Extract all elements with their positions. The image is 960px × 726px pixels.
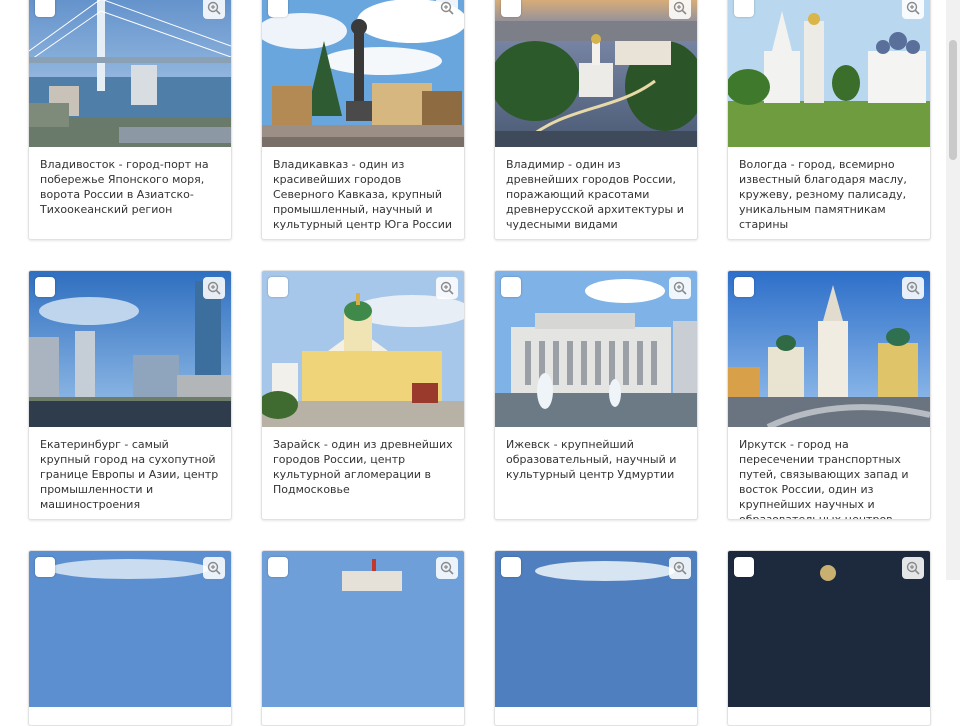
photo-card[interactable]: Владимир - один из древнейших городов Ро… bbox=[494, 0, 698, 240]
photo-thumbnail[interactable] bbox=[29, 0, 231, 147]
zoom-in-icon bbox=[906, 561, 920, 575]
city-photo bbox=[728, 551, 930, 707]
city-photo bbox=[29, 551, 231, 707]
photo-thumbnail[interactable] bbox=[29, 551, 231, 707]
city-photo bbox=[262, 551, 464, 707]
yekaterinburg-photo bbox=[29, 271, 231, 427]
zoom-in-icon bbox=[673, 1, 687, 15]
photo-thumbnail[interactable] bbox=[262, 271, 464, 427]
select-checkbox[interactable] bbox=[501, 0, 521, 17]
zoom-in-icon bbox=[440, 561, 454, 575]
photo-card[interactable]: Екатеринбург - самый крупный город на су… bbox=[28, 270, 232, 520]
select-checkbox[interactable] bbox=[35, 0, 55, 17]
select-checkbox[interactable] bbox=[501, 277, 521, 297]
vladikavkaz-photo bbox=[262, 0, 464, 147]
zoom-in-icon bbox=[906, 281, 920, 295]
photo-caption: Екатеринбург - самый крупный город на су… bbox=[40, 438, 219, 511]
vladivostok-photo bbox=[29, 0, 231, 147]
select-checkbox[interactable] bbox=[734, 0, 754, 17]
photo-caption: Иркутск - город на пересечении транспорт… bbox=[739, 438, 909, 520]
photo-card[interactable]: Владивосток - город-порт на побережье Яп… bbox=[28, 0, 232, 240]
irkutsk-photo bbox=[728, 271, 930, 427]
photo-caption bbox=[262, 707, 464, 725]
zoom-in-icon bbox=[906, 1, 920, 15]
photo-card[interactable]: Зарайск - один из древнейших городов Рос… bbox=[261, 270, 465, 520]
zaraysk-photo bbox=[262, 271, 464, 427]
photo-caption: Вологда - город, всемирно известный благ… bbox=[739, 158, 907, 231]
zoom-button[interactable] bbox=[669, 277, 691, 299]
zoom-button[interactable] bbox=[436, 557, 458, 579]
zoom-in-icon bbox=[207, 561, 221, 575]
select-checkbox[interactable] bbox=[268, 0, 288, 17]
photo-thumbnail[interactable] bbox=[728, 271, 930, 427]
photo-caption: Владивосток - город-порт на побережье Яп… bbox=[40, 158, 209, 216]
izhevsk-photo bbox=[495, 271, 697, 427]
select-checkbox[interactable] bbox=[35, 277, 55, 297]
photo-card[interactable] bbox=[727, 550, 931, 726]
vladimir-photo bbox=[495, 0, 697, 147]
zoom-button[interactable] bbox=[436, 277, 458, 299]
photo-caption: Ижевск - крупнейший образовательный, нау… bbox=[506, 438, 677, 481]
city-photo bbox=[495, 551, 697, 707]
photo-thumbnail[interactable] bbox=[262, 0, 464, 147]
photo-card[interactable] bbox=[494, 550, 698, 726]
photo-caption bbox=[29, 707, 231, 725]
zoom-button[interactable] bbox=[203, 0, 225, 19]
select-checkbox[interactable] bbox=[268, 277, 288, 297]
photo-card[interactable]: Ижевск - крупнейший образовательный, нау… bbox=[494, 270, 698, 520]
photo-card[interactable] bbox=[261, 550, 465, 726]
select-checkbox[interactable] bbox=[734, 557, 754, 577]
photo-card[interactable]: Вологда - город, всемирно известный благ… bbox=[727, 0, 931, 240]
zoom-button[interactable] bbox=[902, 277, 924, 299]
zoom-button[interactable] bbox=[902, 557, 924, 579]
zoom-button[interactable] bbox=[669, 0, 691, 19]
zoom-button[interactable] bbox=[669, 557, 691, 579]
select-checkbox[interactable] bbox=[35, 557, 55, 577]
zoom-in-icon bbox=[207, 281, 221, 295]
page-scrollbar[interactable] bbox=[946, 0, 960, 580]
photo-caption bbox=[728, 707, 930, 725]
photo-thumbnail[interactable] bbox=[728, 551, 930, 707]
photo-thumbnail[interactable] bbox=[262, 551, 464, 707]
select-checkbox[interactable] bbox=[501, 557, 521, 577]
zoom-in-icon bbox=[673, 281, 687, 295]
photo-card[interactable]: Иркутск - город на пересечении транспорт… bbox=[727, 270, 931, 520]
photo-card[interactable] bbox=[28, 550, 232, 726]
select-checkbox[interactable] bbox=[734, 277, 754, 297]
photo-caption: Владимир - один из древнейших городов Ро… bbox=[506, 158, 684, 231]
zoom-in-icon bbox=[673, 561, 687, 575]
photo-thumbnail[interactable] bbox=[728, 0, 930, 147]
zoom-button[interactable] bbox=[203, 277, 225, 299]
zoom-in-icon bbox=[440, 1, 454, 15]
photo-thumbnail[interactable] bbox=[495, 271, 697, 427]
photo-caption: Зарайск - один из древнейших городов Рос… bbox=[273, 438, 453, 496]
zoom-button[interactable] bbox=[203, 557, 225, 579]
scrollbar-thumb[interactable] bbox=[949, 40, 957, 160]
photo-caption: Владикавказ - один из красивейших городо… bbox=[273, 158, 453, 231]
vologda-photo bbox=[728, 0, 930, 147]
zoom-button[interactable] bbox=[436, 0, 458, 19]
photo-card[interactable]: Владикавказ - один из красивейших городо… bbox=[261, 0, 465, 240]
select-checkbox[interactable] bbox=[268, 557, 288, 577]
zoom-button[interactable] bbox=[902, 0, 924, 19]
photo-thumbnail[interactable] bbox=[29, 271, 231, 427]
zoom-in-icon bbox=[440, 281, 454, 295]
photo-caption bbox=[495, 707, 697, 725]
zoom-in-icon bbox=[207, 1, 221, 15]
photo-thumbnail[interactable] bbox=[495, 0, 697, 147]
photo-thumbnail[interactable] bbox=[495, 551, 697, 707]
